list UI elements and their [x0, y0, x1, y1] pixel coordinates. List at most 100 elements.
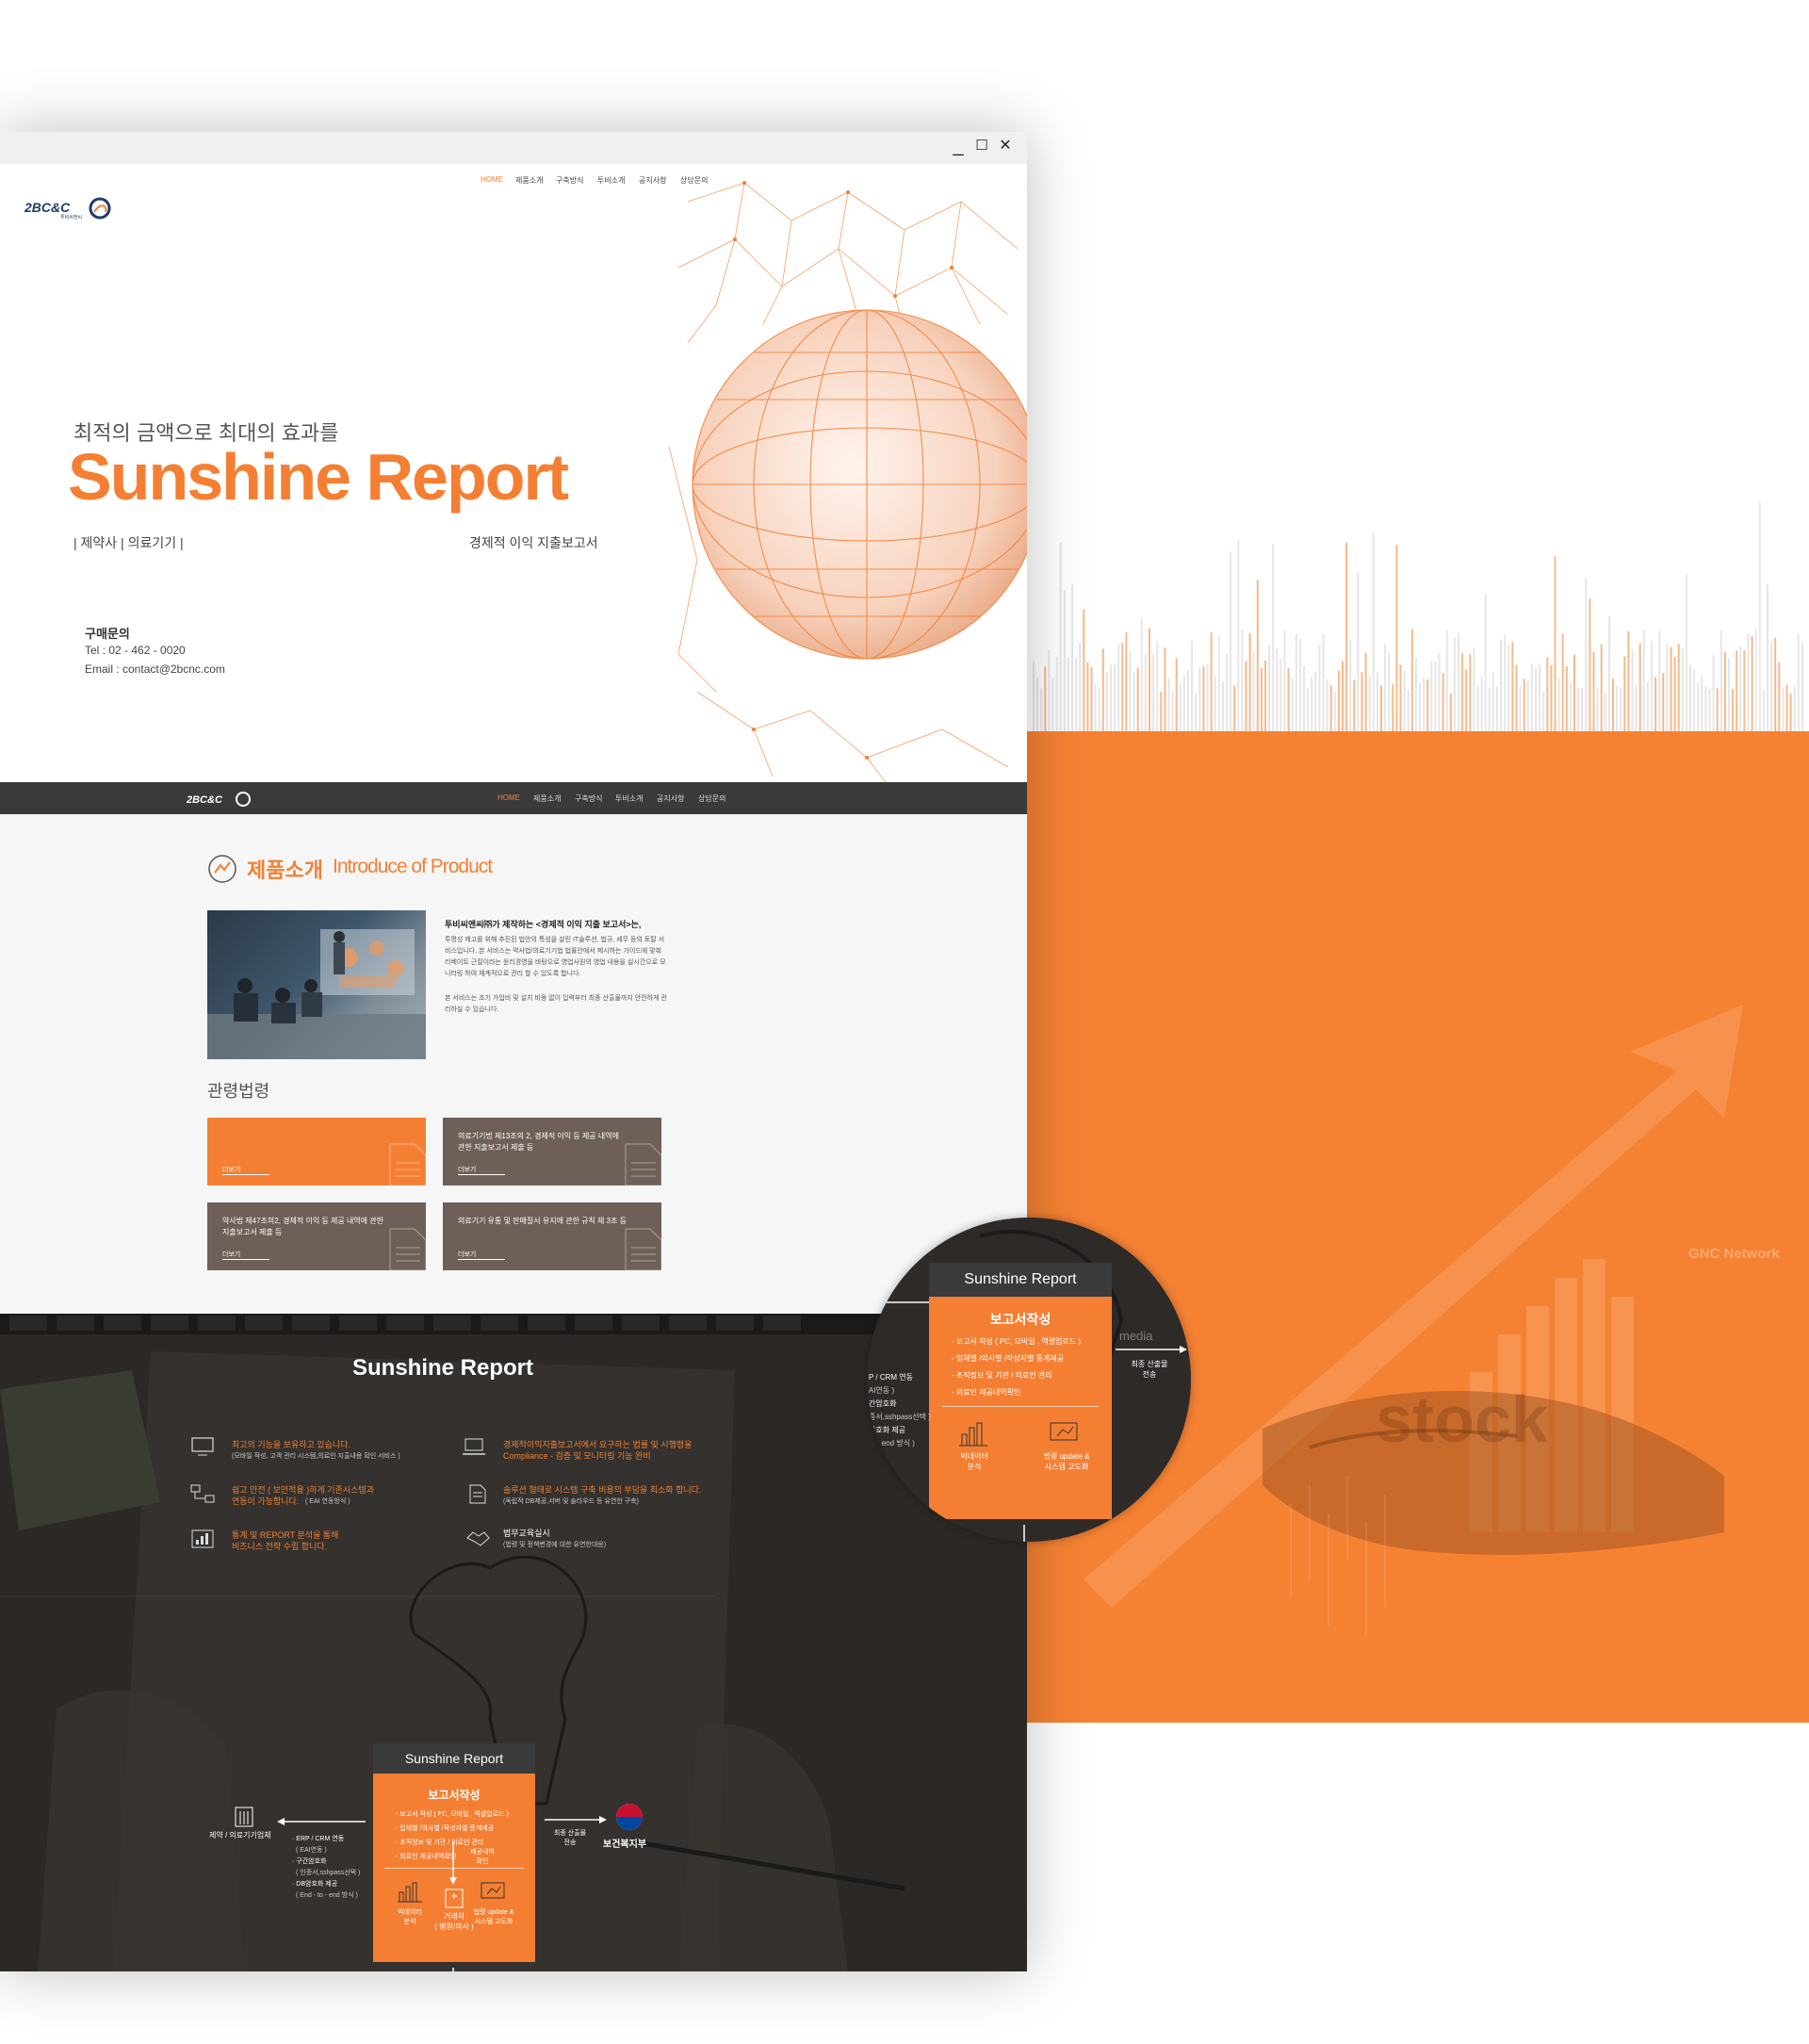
law-heading: 관령법령 — [207, 1082, 270, 1101]
law-card-text: 의료기기법 제13조의 2, 경제적 이익 등 제공 내역에 관한 지출보고서 … — [458, 1132, 619, 1152]
presentation-scene-icon — [207, 929, 426, 1059]
hero-categories: | 제약사 | 의료기기 | — [73, 535, 184, 550]
sr-box-title: Sunshine Report — [373, 1743, 535, 1774]
darknav-product[interactable]: 제품소개 — [533, 793, 561, 804]
deco-bar — [1751, 635, 1753, 731]
deco-bar — [1086, 662, 1089, 731]
more-link[interactable]: 더보기 — [458, 1165, 476, 1174]
deco-bar — [1171, 691, 1174, 731]
deco-bar — [1589, 598, 1591, 731]
intro-body-2: 본 서비스는 조기 가입비 및 설치 비용 없이 입력부터 최종 산출물까지 안… — [445, 995, 667, 1013]
more-link[interactable]: 더보기 — [222, 1250, 240, 1259]
deco-bar — [1252, 651, 1255, 731]
law-card-3[interactable]: 약사법 제47조의2, 경제적 이익 등 제공 내역에 관한 지출보고서 제출 … — [207, 1202, 426, 1270]
deco-bar — [1646, 681, 1649, 731]
deco-bar — [1345, 542, 1348, 731]
deco-bar — [1380, 685, 1382, 731]
deco-bar — [1217, 635, 1220, 731]
deco-bar — [1491, 671, 1494, 731]
deco-bar — [1461, 652, 1464, 731]
deco-bar — [1484, 594, 1487, 731]
logo[interactable]: 2BC&C 투비씨앤씨 — [24, 197, 114, 230]
zoom-left-item: 간암호화 — [869, 1399, 897, 1408]
deco-bar — [1040, 688, 1043, 731]
nav-home[interactable]: HOME — [481, 175, 503, 184]
deco-bar — [1164, 647, 1166, 731]
deco-bar — [1237, 540, 1240, 731]
darknav-build[interactable]: 구축방식 — [575, 793, 602, 804]
deco-bar — [1364, 652, 1367, 731]
deco-bar — [1117, 644, 1120, 731]
deco-bar — [1079, 642, 1082, 731]
monitor-icon — [191, 1437, 214, 1456]
darknav-contact[interactable]: 상담문의 — [698, 793, 725, 804]
deco-bar — [1774, 637, 1777, 731]
deco-bar — [1311, 677, 1313, 731]
more-link[interactable]: 더보기 — [458, 1250, 476, 1259]
deco-bar — [1156, 641, 1159, 731]
nav-logo[interactable]: 2BC&C — [186, 791, 253, 812]
arrow-down-long-icon — [449, 1841, 457, 1885]
deco-bar — [1187, 670, 1189, 731]
deco-bar — [1094, 684, 1097, 731]
deco-bar — [1723, 651, 1726, 731]
maximize-button[interactable]: ☐ — [971, 136, 992, 156]
deco-bar — [1651, 641, 1653, 731]
left-list-item: ( End - to - end 방식 ) — [296, 1892, 358, 1899]
deco-bar — [1291, 678, 1294, 731]
deco-bar — [1059, 542, 1062, 731]
law-card-text: 약사법 제47조의2, 경제적 이익 등 제공 내역에 관한 지출보고서 제출 … — [222, 1217, 383, 1236]
deco-bar — [1539, 663, 1541, 731]
deco-bar — [1445, 630, 1448, 731]
contact-heading: 구매문의 — [85, 627, 130, 641]
deco-bar — [1453, 637, 1456, 731]
bigdata-icon — [398, 1882, 422, 1903]
left-list-item: · ERP / CRM 연동 — [292, 1836, 345, 1842]
feature-sub: ( EAI 연동방식 ) — [305, 1498, 350, 1505]
nav-build[interactable]: 구축방식 — [556, 175, 583, 186]
nav-about[interactable]: 투비소개 — [597, 175, 625, 186]
nav-product[interactable]: 제품소개 — [515, 175, 543, 186]
deco-bar — [1318, 645, 1321, 731]
law-card-1[interactable]: 더보기 — [207, 1118, 426, 1186]
deco-bar — [1090, 666, 1093, 731]
contact-email[interactable]: Email : contact@2bcnc.com — [85, 662, 225, 676]
deco-bar — [1685, 574, 1687, 731]
darknav-notice[interactable]: 공지사항 — [657, 793, 684, 804]
stock-deco-text: stock — [1376, 1382, 1548, 1456]
deco-bar — [1230, 551, 1232, 731]
minimize-button[interactable]: _ — [948, 136, 969, 156]
logo-mark-icon: 2BC&C — [186, 792, 251, 807]
deco-bar — [1666, 643, 1669, 731]
close-button[interactable]: ✕ — [995, 136, 1016, 156]
deco-bar — [1616, 685, 1619, 731]
darknav-about[interactable]: 투비소개 — [615, 793, 643, 804]
deco-bar — [1349, 640, 1352, 731]
deco-bar — [1423, 678, 1426, 731]
left-node-label: 제약 / 의료기기업체 — [209, 1831, 271, 1840]
deco-bar — [1221, 680, 1224, 731]
feature-sub: (독립적 DB제공,서버 및 솔라우드 등 유연한 구축) — [503, 1498, 639, 1505]
deco-bar — [1623, 656, 1626, 731]
gnc-network-text: GNC Network — [1688, 1246, 1780, 1262]
sr-box-heading: 보고서작성 — [428, 1789, 481, 1802]
zoom-update-label: 법령 update & 시스템 고도화 — [1043, 1452, 1090, 1471]
contact-tel: Tel : 02 - 462 - 0020 — [85, 644, 186, 657]
deco-bar — [1438, 652, 1441, 731]
product-badge-icon — [208, 855, 236, 883]
deco-bar — [1585, 578, 1588, 731]
left-list-item: ( EAI연동 ) — [296, 1847, 327, 1854]
deco-bar — [1620, 687, 1622, 731]
deco-bar — [1515, 664, 1518, 731]
law-card-2[interactable]: 의료기기법 제13조의 2, 경제적 이익 등 제공 내역에 관한 지출보고서 … — [443, 1118, 661, 1186]
deco-bar — [1511, 642, 1514, 731]
darknav-home[interactable]: HOME — [497, 793, 520, 802]
logo-mark-icon: 2BC&C — [24, 197, 111, 220]
down-arrow-label: 제공내역 확인 — [470, 1849, 495, 1865]
more-link[interactable]: 더보기 — [222, 1165, 240, 1174]
deco-bar — [1577, 687, 1580, 731]
hero-title: Sunshine Report — [68, 440, 569, 514]
deco-bar — [1458, 633, 1459, 731]
law-card-4[interactable]: 의료기기 유통 및 판매질서 유지에 관한 규칙 제 3조 등 더보기 — [443, 1202, 661, 1270]
deco-bar — [1268, 646, 1271, 731]
